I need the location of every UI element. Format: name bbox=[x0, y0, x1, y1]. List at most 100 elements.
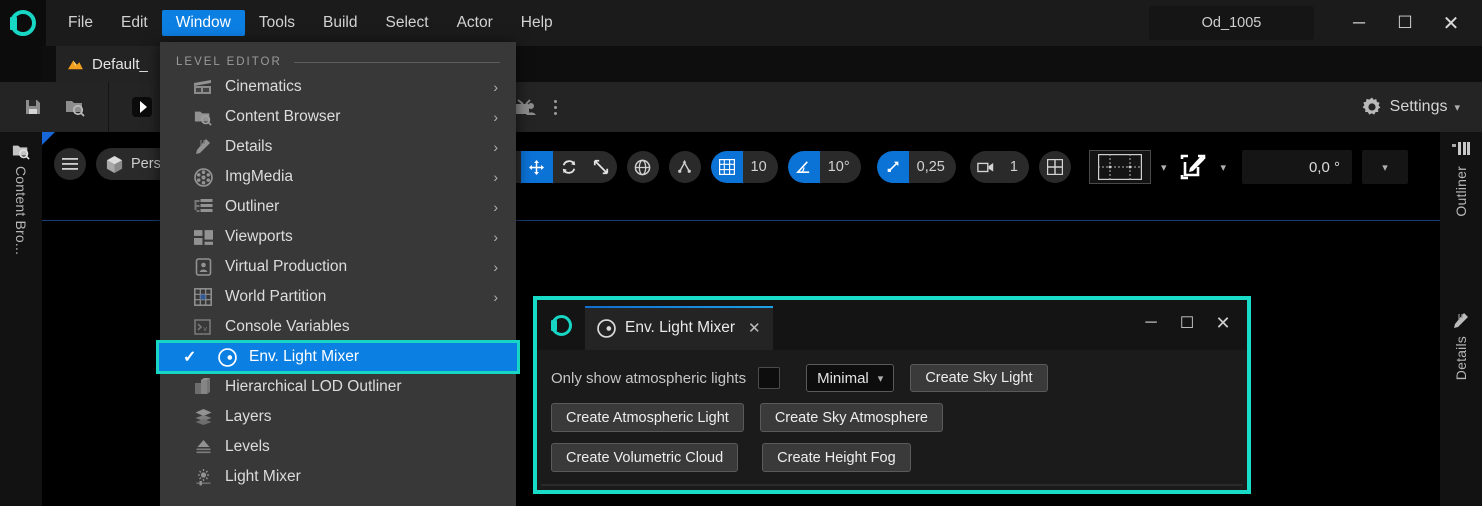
grid-snap-value[interactable]: 10 bbox=[743, 151, 778, 183]
grid-snap-icon bbox=[719, 159, 735, 175]
panel-maximize-button[interactable]: ☐ bbox=[1169, 306, 1205, 340]
coordinate-system-button[interactable] bbox=[627, 151, 659, 183]
viewport-layout-icon bbox=[1039, 151, 1071, 183]
edit-mode-button[interactable] bbox=[1176, 150, 1210, 184]
menu-item-outliner[interactable]: Outliner › bbox=[160, 192, 516, 222]
menu-window[interactable]: Window bbox=[162, 10, 245, 36]
menu-item-content-browser[interactable]: Content Browser › bbox=[160, 102, 516, 132]
grid-snap-toggle[interactable] bbox=[711, 151, 743, 183]
menu-help[interactable]: Help bbox=[507, 10, 567, 36]
menu-item-hierarchical-lod-outliner[interactable]: Hierarchical LOD Outliner bbox=[160, 372, 516, 402]
menu-item-label: Details bbox=[225, 138, 272, 156]
scale-gizmo-icon bbox=[593, 159, 609, 175]
create-sky-light-button[interactable]: Create Sky Light bbox=[910, 364, 1047, 392]
chevron-right-icon: › bbox=[493, 229, 498, 245]
menu-edit[interactable]: Edit bbox=[107, 10, 162, 36]
scale-snap-icon bbox=[885, 159, 901, 175]
clapperboard-icon bbox=[188, 79, 218, 95]
chevron-right-icon: › bbox=[493, 289, 498, 305]
layers-icon bbox=[188, 409, 218, 425]
move-tool-button[interactable] bbox=[521, 151, 553, 183]
camera-speed-toggle[interactable] bbox=[970, 151, 1002, 183]
only-atmospheric-lights-checkbox[interactable] bbox=[758, 367, 780, 389]
sidebar-item-details[interactable]: Details bbox=[1453, 336, 1469, 380]
outliner-icon bbox=[188, 199, 218, 215]
chevron-down-icon: ▾ bbox=[1382, 161, 1388, 174]
title-bar: File Edit Window Tools Build Select Acto… bbox=[0, 0, 1482, 46]
create-atmospheric-light-button[interactable]: Create Atmospheric Light bbox=[551, 403, 744, 432]
menu-item-virtual-production[interactable]: Virtual Production › bbox=[160, 252, 516, 282]
scale-snap-toggle[interactable] bbox=[877, 151, 909, 183]
menu-tools[interactable]: Tools bbox=[245, 10, 309, 36]
outliner-icon[interactable] bbox=[1452, 142, 1470, 160]
menu-actor[interactable]: Actor bbox=[443, 10, 507, 36]
menu-item-label: Console Variables bbox=[225, 318, 350, 336]
levels-icon bbox=[188, 439, 218, 455]
sidebar-item-outliner[interactable]: Outliner bbox=[1453, 166, 1469, 217]
content-browser-icon[interactable] bbox=[54, 87, 96, 127]
content-browser-icon bbox=[188, 108, 218, 126]
panel-close-button[interactable]: ✕ bbox=[1205, 306, 1241, 340]
menu-item-imgmedia[interactable]: ImgMedia › bbox=[160, 162, 516, 192]
surface-snap-icon bbox=[669, 151, 701, 183]
camera-speed-icon bbox=[977, 160, 995, 174]
safe-frames-button[interactable] bbox=[1089, 150, 1151, 184]
detail-level-value: Minimal bbox=[817, 370, 869, 387]
close-tab-icon[interactable]: ✕ bbox=[748, 319, 761, 337]
rotate-gizmo-icon bbox=[561, 159, 577, 175]
create-volumetric-cloud-button[interactable]: Create Volumetric Cloud bbox=[551, 443, 738, 472]
only-atmospheric-lights-label: Only show atmospheric lights bbox=[551, 370, 746, 387]
menu-item-levels[interactable]: Levels bbox=[160, 432, 516, 462]
close-button[interactable]: ✕ bbox=[1428, 0, 1474, 46]
save-icon[interactable] bbox=[12, 87, 54, 127]
create-sky-atmosphere-button[interactable]: Create Sky Atmosphere bbox=[760, 403, 943, 432]
menu-item-cinematics[interactable]: Cinematics › bbox=[160, 72, 516, 102]
switchboard-more-icon[interactable] bbox=[546, 100, 565, 115]
menu-item-world-partition[interactable]: World Partition › bbox=[160, 282, 516, 312]
menu-item-console-variables[interactable]: v Console Variables bbox=[160, 312, 516, 342]
maximize-button[interactable]: ☐ bbox=[1382, 0, 1428, 46]
rotation-value-field[interactable]: 0,0 ° bbox=[1242, 150, 1352, 184]
menu-build[interactable]: Build bbox=[309, 10, 371, 36]
mode-selector-icon[interactable] bbox=[121, 87, 163, 127]
menu-item-layers[interactable]: Layers bbox=[160, 402, 516, 432]
menu-file[interactable]: File bbox=[54, 10, 107, 36]
console-variables-icon: v bbox=[188, 319, 218, 336]
settings-button[interactable]: Settings ▾ bbox=[1361, 96, 1482, 118]
menu-item-viewports[interactable]: Viewports › bbox=[160, 222, 516, 252]
edit-mode-chevron-down-icon[interactable]: ▾ bbox=[1220, 161, 1226, 174]
cube-icon bbox=[105, 155, 124, 174]
menu-item-label: Levels bbox=[225, 438, 270, 456]
angle-snap-value[interactable]: 10° bbox=[820, 151, 861, 183]
details-icon[interactable] bbox=[1452, 312, 1470, 330]
chevron-right-icon: › bbox=[493, 79, 498, 95]
angle-snap-toggle[interactable] bbox=[788, 151, 820, 183]
safe-frames-icon bbox=[1098, 154, 1142, 180]
detail-level-dropdown[interactable]: Minimal ▾ bbox=[806, 364, 894, 392]
camera-speed-value[interactable]: 1 bbox=[1002, 151, 1029, 183]
env-light-mixer-tab[interactable]: Env. Light Mixer ✕ bbox=[585, 306, 773, 350]
surface-snapping-button[interactable] bbox=[669, 151, 701, 183]
rotation-dropdown-button[interactable]: ▾ bbox=[1362, 150, 1408, 184]
safe-frames-chevron-down-icon[interactable]: ▾ bbox=[1161, 161, 1167, 174]
scale-snap-value[interactable]: 0,25 bbox=[909, 151, 956, 183]
create-height-fog-button[interactable]: Create Height Fog bbox=[762, 443, 910, 472]
sidebar-item-content-browser[interactable]: Content Bro... bbox=[13, 166, 29, 255]
env-light-mixer-tab-label: Env. Light Mixer bbox=[625, 319, 735, 337]
menu-item-details[interactable]: Details › bbox=[160, 132, 516, 162]
rotate-tool-button[interactable] bbox=[553, 151, 585, 183]
menu-item-light-mixer[interactable]: Light Mixer bbox=[160, 462, 516, 492]
scale-tool-button[interactable] bbox=[585, 151, 617, 183]
virtual-production-icon bbox=[188, 258, 218, 276]
viewport-menu-button[interactable] bbox=[54, 148, 86, 180]
menu-item-env-light-mixer[interactable]: ✓ Env. Light Mixer bbox=[158, 342, 518, 372]
content-browser-icon[interactable] bbox=[11, 142, 31, 160]
menu-select[interactable]: Select bbox=[372, 10, 443, 36]
level-tab[interactable]: Default_ bbox=[56, 46, 162, 82]
env-light-mixer-content: Only show atmospheric lights Minimal ▾ C… bbox=[537, 350, 1247, 472]
minimize-button[interactable]: ─ bbox=[1336, 0, 1382, 46]
level-tab-label: Default_ bbox=[92, 56, 148, 73]
viewports-icon bbox=[188, 230, 218, 245]
viewport-layout-button[interactable] bbox=[1039, 151, 1071, 183]
panel-minimize-button[interactable]: ─ bbox=[1133, 306, 1169, 340]
